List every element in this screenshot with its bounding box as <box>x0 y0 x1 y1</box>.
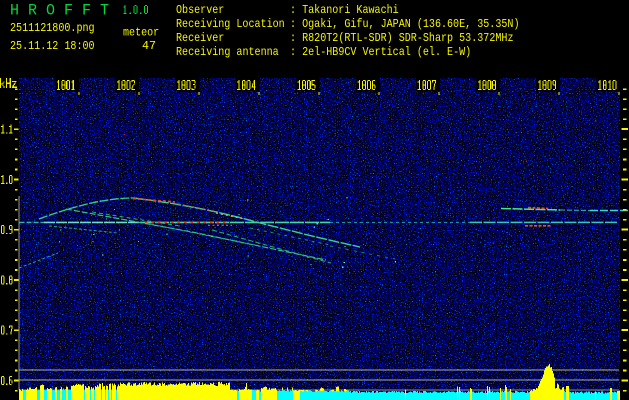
svg-text:: Takanori Kawachi: : Takanori Kawachi <box>290 3 399 17</box>
svg-text:H R O F F T: H R O F F T <box>10 2 109 20</box>
svg-text:Receiving antenna: Receiving antenna <box>176 45 279 59</box>
svg-text:meteor: meteor <box>123 26 159 40</box>
svg-text:47: 47 <box>142 39 156 53</box>
svg-text:Receiving Location: Receiving Location <box>176 17 285 31</box>
svg-text:25.11.12 18:00: 25.11.12 18:00 <box>10 39 95 53</box>
svg-text:2511121800.png: 2511121800.png <box>10 21 95 35</box>
svg-text:: R820T2(RTL-SDR) SDR-Sharp 53: : R820T2(RTL-SDR) SDR-Sharp 53.372MHz <box>290 31 514 45</box>
svg-text:: 2el-HB9CV Vertical (el. E-W): : 2el-HB9CV Vertical (el. E-W) <box>290 45 471 59</box>
svg-text:Observer: Observer <box>176 3 224 17</box>
svg-text:Receiver: Receiver <box>176 31 224 45</box>
svg-text:: Ogaki, Gifu, JAPAN (136.60E,: : Ogaki, Gifu, JAPAN (136.60E, 35.35N) <box>290 17 520 31</box>
